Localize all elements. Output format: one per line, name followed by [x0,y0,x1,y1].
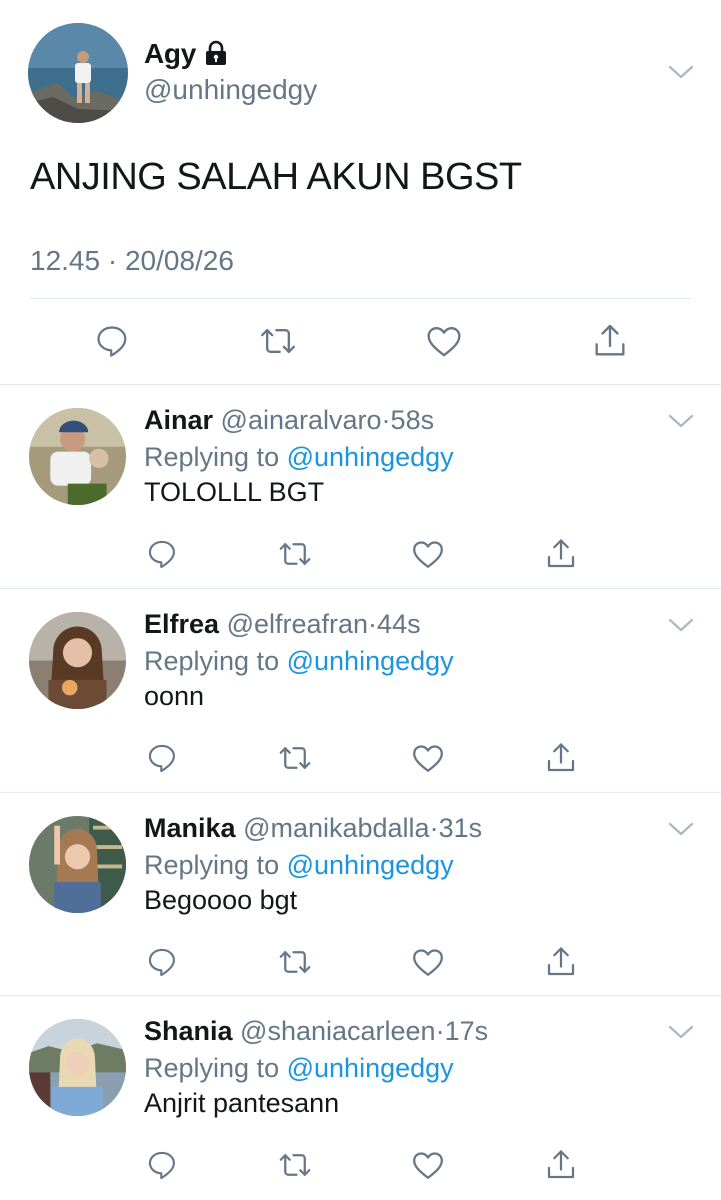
replying-to: Replying to @unhingedgy [144,442,454,473]
separator-dot: · [381,405,391,435]
retweet-button[interactable] [258,321,298,361]
separator-dot: · [429,813,439,843]
reply-icon [148,1151,175,1180]
reply-icon [148,948,175,977]
heart-icon [413,541,443,568]
share-button[interactable] [590,321,630,361]
share-icon [547,1150,575,1179]
chevron-down-icon[interactable] [668,64,694,80]
reply-text: TOLOLLL BGT [144,477,325,507]
reply-author-handle[interactable]: @elfreafran [227,609,368,639]
share-button[interactable] [541,1145,581,1185]
replying-to-label: Replying to [144,646,280,676]
chevron-down-icon[interactable] [668,1024,694,1040]
reply-button[interactable] [142,942,182,982]
retweet-icon [261,329,295,353]
like-button[interactable] [408,534,448,574]
like-button[interactable] [424,321,464,361]
replying-to-mention[interactable]: @unhingedgy [287,1053,454,1083]
share-icon [547,743,575,772]
lock-icon [203,40,229,66]
heart-icon [427,327,461,357]
heart-icon [413,1152,443,1179]
divider [30,298,691,299]
reply-author-handle[interactable]: @ainaralvaro [221,405,382,435]
reply-header: Manika @manikabdalla·31s [144,813,482,844]
reply-header: Shania @shaniacarleen·17s [144,1016,488,1047]
replying-to-mention[interactable]: @unhingedgy [287,442,454,472]
main-tweet: Agy @unhingedgy ANJING SALAH AKUN BGST 1… [0,0,721,385]
reply-icon [148,540,175,569]
reply-button[interactable] [142,738,182,778]
reply-button[interactable] [142,1145,182,1185]
reply-author-name[interactable]: Shania [144,1016,233,1046]
reply-avatar[interactable] [29,1019,126,1116]
reply-avatar[interactable] [29,408,126,505]
reply-text: oonn [144,681,205,711]
heart-icon [413,949,443,976]
chevron-down-icon[interactable] [668,821,694,837]
reply-icon [97,326,127,357]
reply-author-name[interactable]: Ainar [144,405,213,435]
retweet-icon [279,951,311,973]
replying-to: Replying to @unhingedgy [144,850,454,881]
share-icon [547,947,575,976]
reply-header: Elfrea @elfreafran·44s [144,609,421,640]
retweet-button[interactable] [275,534,315,574]
reply-header: Ainar @ainaralvaro·58s [144,405,434,436]
separator-dot: · [435,1016,445,1046]
retweet-button[interactable] [275,942,315,982]
reply-icon [148,744,175,773]
reply-author-name[interactable]: Manika [144,813,236,843]
reply-tweet[interactable]: Ainar @ainaralvaro·58s Replying to @unhi… [0,385,721,589]
reply-avatar[interactable] [29,612,126,709]
like-button[interactable] [408,942,448,982]
retweet-button[interactable] [275,1145,315,1185]
share-button[interactable] [541,534,581,574]
author-name[interactable]: Agy [144,38,196,70]
reply-avatar[interactable] [29,816,126,913]
reply-button[interactable] [142,534,182,574]
retweet-button[interactable] [275,738,315,778]
reply-time: 44s [377,609,421,639]
reply-author-name[interactable]: Elfrea [144,609,219,639]
reply-author-handle[interactable]: @manikabdalla [243,813,430,843]
replying-to-mention[interactable]: @unhingedgy [287,850,454,880]
heart-icon [413,745,443,772]
reply-author-handle[interactable]: @shaniacarleen [240,1016,436,1046]
retweet-icon [279,1154,311,1176]
reply-text: Begoooo bgt [144,885,298,915]
reply-button[interactable] [92,321,132,361]
reply-tweet[interactable]: Elfrea @elfreafran·44s Replying to @unhi… [0,589,721,793]
chevron-down-icon[interactable] [668,617,694,633]
retweet-icon [279,747,311,769]
replying-to-mention[interactable]: @unhingedgy [287,646,454,676]
reply-text: Anjrit pantesann [144,1088,340,1118]
like-button[interactable] [408,1145,448,1185]
replying-to: Replying to @unhingedgy [144,1053,454,1084]
like-button[interactable] [408,738,448,778]
reply-time: 58s [390,405,435,435]
replying-to-label: Replying to [144,1053,280,1083]
replying-to: Replying to @unhingedgy [144,646,454,677]
reply-tweet[interactable]: Shania @shaniacarleen·17s Replying to @u… [0,996,721,1200]
share-button[interactable] [541,942,581,982]
author-avatar[interactable] [28,23,128,123]
share-icon [595,324,625,356]
tweet-timestamp: 12.45 · 20/08/26 [30,245,234,276]
replying-to-label: Replying to [144,850,280,880]
separator-dot: · [368,609,378,639]
tweet-text: ANJING SALAH AKUN BGST [30,156,522,198]
retweet-icon [279,543,311,565]
share-button[interactable] [541,738,581,778]
reply-tweet[interactable]: Manika @manikabdalla·31s Replying to @un… [0,793,721,997]
replying-to-label: Replying to [144,442,280,472]
reply-time: 31s [438,813,483,843]
share-icon [547,539,575,568]
chevron-down-icon[interactable] [668,413,694,429]
reply-time: 17s [444,1016,489,1046]
author-handle[interactable]: @unhingedgy [144,74,317,106]
